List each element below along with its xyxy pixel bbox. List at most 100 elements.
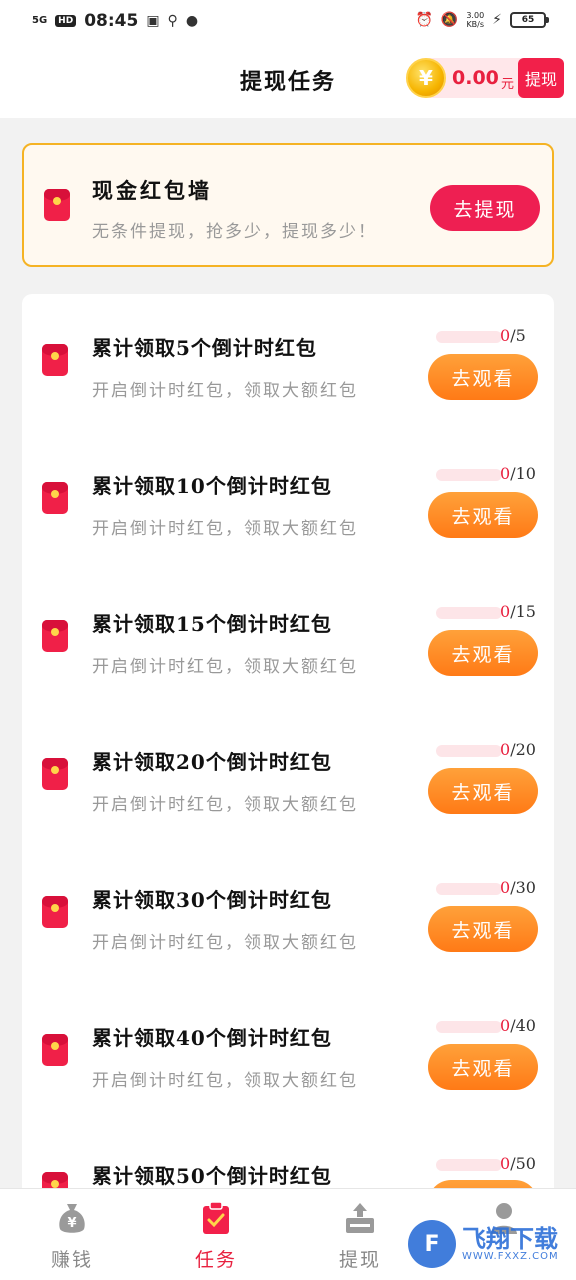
go-watch-button[interactable]: 去观看 [428,354,538,400]
task-progress-current: 0 [500,1016,511,1035]
wechat-icon: ● [185,13,199,29]
task-progress-bar [436,469,502,481]
go-watch-button[interactable]: 去观看 [428,768,538,814]
go-watch-button[interactable]: 去观看 [428,906,538,952]
coin-icon: ¥ [406,58,446,98]
task-item: 累计领取40个倒计时红包 开启倒计时红包，领取大额红包 0/40 去观看 [22,984,554,1122]
task-progress-current: 0 [500,326,511,345]
net-speed-unit: KB/s [466,20,485,29]
red-envelope-icon [44,189,70,221]
watermark-logo-icon: F [408,1220,456,1268]
task-title: 累计领取40个倒计时红包 [92,1026,332,1050]
status-left: 5G HD 08:45 ▣ ⚲ ● [32,11,198,31]
watermark: F 飞翔下载 WWW.FXXZ.COM [408,1218,570,1270]
task-list: 累计领取5个倒计时红包 开启倒计时红包，领取大额红包 0/5 去观看 累计领取1… [22,294,554,1214]
task-progress-bar [436,331,502,343]
task-item: 累计领取30个倒计时红包 开启倒计时红包，领取大额红包 0/30 去观看 [22,846,554,984]
task-progress-total: /50 [510,1154,536,1173]
task-progress-text: 0/15 [500,602,536,621]
task-progress-text: 0/20 [500,740,536,759]
task-progress-total: /20 [510,740,536,759]
task-progress-current: 0 [500,878,511,897]
watermark-url: WWW.FXXZ.COM [462,1250,559,1262]
task-title: 累计领取5个倒计时红包 [92,336,317,360]
net-speed: 3.00 KB/s [466,11,484,29]
task-progress-bar [436,883,502,895]
red-envelope-icon [42,758,68,790]
task-item: 累计领取10个倒计时红包 开启倒计时红包，领取大额红包 0/10 去观看 [22,432,554,570]
task-progress-bar [436,1159,502,1171]
task-description: 开启倒计时红包，领取大额红包 [92,657,358,677]
task-title: 累计领取30个倒计时红包 [92,888,332,912]
header: 提现任务 ¥ 0.00 元 提现 [0,44,576,118]
watermark-text: 飞翔下载 [462,1223,558,1253]
task-description: 开启倒计时红包，领取大额红包 [92,1071,358,1091]
balance-unit: 元 [501,77,515,92]
tab-tasks[interactable]: 任务 [144,1189,288,1280]
task-progress-total: /30 [510,878,536,897]
cash-wall-card[interactable]: 现金红包墙 无条件提现，抢多少，提现多少！ 去提现 [22,143,554,267]
red-envelope-icon [42,896,68,928]
red-envelope-icon [42,620,68,652]
go-watch-button[interactable]: 去观看 [428,630,538,676]
task-progress-text: 0/5 [500,326,526,345]
task-progress-total: /15 [510,602,536,621]
go-withdraw-button[interactable]: 去提现 [430,185,540,231]
red-envelope-icon [42,1034,68,1066]
header-withdraw-button[interactable]: 提现 [518,58,564,98]
task-progress-bar [436,607,502,619]
tab-tasks-label: 任务 [194,1249,237,1271]
balance-pill: ¥ 0.00 元 提现 [406,58,564,98]
task-progress-total: /5 [510,326,526,345]
cash-wall-title: 现金红包墙 [92,178,212,203]
task-progress-current: 0 [500,740,511,759]
withdraw-tray-icon [346,1203,374,1233]
go-watch-button[interactable]: 去观看 [428,492,538,538]
net-speed-value: 3.00 [466,11,485,20]
red-envelope-icon [42,482,68,514]
task-item: 累计领取5个倒计时红包 开启倒计时红包，领取大额红包 0/5 去观看 [22,294,554,432]
task-progress-text: 0/40 [500,1016,536,1035]
task-title: 累计领取20个倒计时红包 [92,750,332,774]
task-progress-current: 0 [500,464,511,483]
task-progress-total: /10 [510,464,536,483]
task-description: 开启倒计时红包，领取大额红包 [92,795,358,815]
cash-wall-subtitle: 无条件提现，抢多少，提现多少！ [92,222,377,242]
task-description: 开启倒计时红包，领取大额红包 [92,381,358,401]
red-envelope-icon [42,344,68,376]
money-bag-icon: ¥ [59,1204,85,1233]
network-indicator: 5G [32,15,48,26]
task-progress-current: 0 [500,602,511,621]
task-title: 累计领取15个倒计时红包 [92,612,332,636]
hd-badge: HD [55,15,77,27]
status-bar: 5G HD 08:45 ▣ ⚲ ● ⏰ 🔕 3.00 KB/s ⚡ 65 [0,0,576,44]
task-clipboard-icon [203,1201,229,1234]
alarm-icon: ⏰ [415,12,433,28]
go-watch-button[interactable]: 去观看 [428,1044,538,1090]
task-progress-text: 0/50 [500,1154,536,1173]
watermark-text-group: 飞翔下载 WWW.FXXZ.COM [462,1223,559,1262]
sim-icon: ▣ [146,13,160,29]
usb-icon: ⚲ [167,13,178,29]
status-right: ⏰ 🔕 3.00 KB/s ⚡ 65 [415,11,549,29]
task-title: 累计领取50个倒计时红包 [92,1164,332,1188]
svg-text:¥: ¥ [67,1216,76,1231]
charging-icon: ⚡ [492,12,502,28]
task-description: 开启倒计时红包，领取大额红包 [92,519,358,539]
balance-amount: 0.00 [452,67,499,89]
task-progress-total: /40 [510,1016,536,1035]
task-item: 累计领取20个倒计时红包 开启倒计时红包，领取大额红包 0/20 去观看 [22,708,554,846]
tab-earn[interactable]: ¥ 赚钱 [0,1189,144,1280]
clock-time: 08:45 [84,11,139,31]
task-progress-bar [436,745,502,757]
task-description: 开启倒计时红包，领取大额红包 [92,933,358,953]
tab-earn-label: 赚钱 [50,1249,93,1271]
mute-icon: 🔕 [440,12,459,28]
task-progress-current: 0 [500,1154,511,1173]
task-progress-text: 0/30 [500,878,536,897]
battery-icon: 65 [510,12,549,28]
task-item: 累计领取15个倒计时红包 开启倒计时红包，领取大额红包 0/15 去观看 [22,570,554,708]
task-progress-text: 0/10 [500,464,536,483]
task-progress-bar [436,1021,502,1033]
task-title: 累计领取10个倒计时红包 [92,474,332,498]
